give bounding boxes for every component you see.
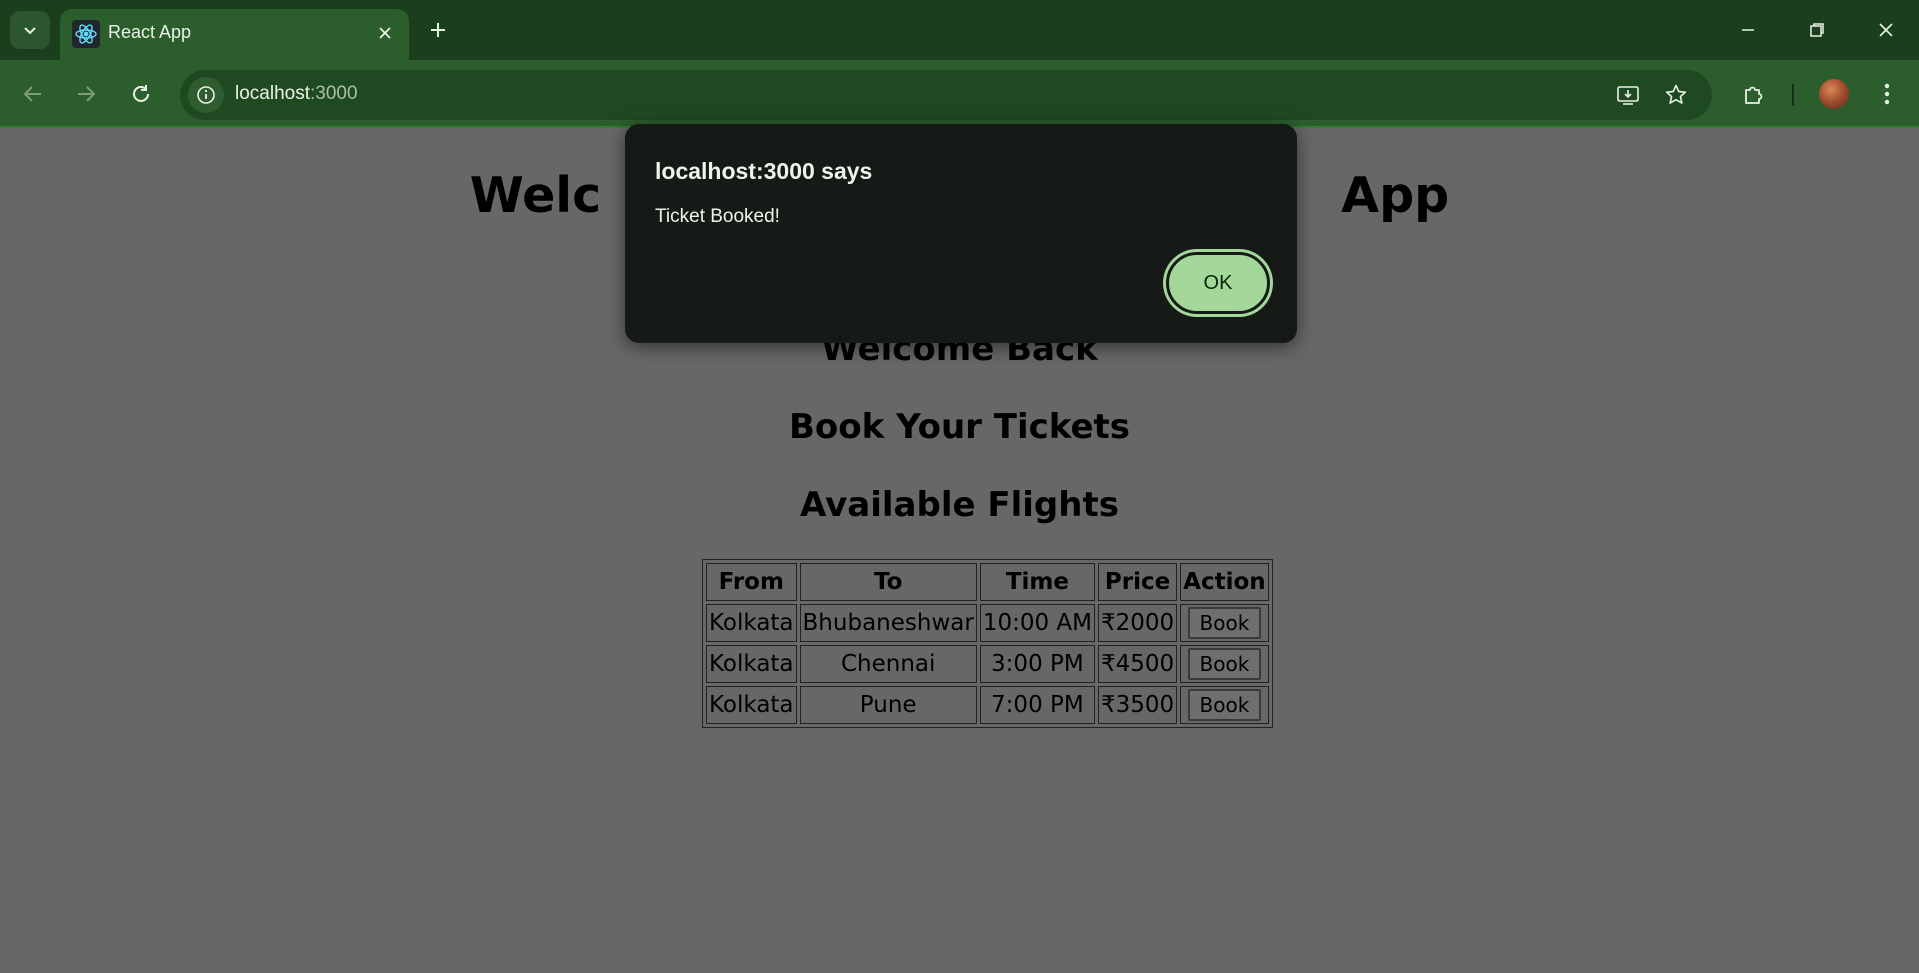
arrow-right-icon [78, 86, 96, 102]
page-title-right: App [1341, 167, 1450, 224]
cell-from: Kolkata [706, 604, 797, 642]
table-row: Kolkata Pune 7:00 PM ₹3500 Book [706, 686, 1269, 724]
dialog-message: Ticket Booked! [655, 206, 780, 227]
plus-icon [431, 23, 445, 37]
alert-dialog: localhost:3000 says Ticket Booked! OK [625, 124, 1297, 343]
cell-time: 3:00 PM [979, 645, 1095, 683]
address-bar[interactable]: localhost:3000 [180, 70, 1712, 120]
install-app-icon [1617, 86, 1639, 105]
arrow-left-icon [23, 86, 41, 102]
profile-avatar[interactable] [1819, 79, 1849, 109]
cell-action: Book [1180, 604, 1269, 642]
site-info-button[interactable] [188, 77, 224, 113]
book-button[interactable]: Book [1187, 607, 1262, 639]
chevron-down-icon [24, 27, 36, 35]
cell-action: Book [1180, 686, 1269, 724]
restore-button[interactable] [1795, 10, 1839, 50]
column-header-time: Time [979, 563, 1095, 601]
close-window-button[interactable] [1864, 10, 1908, 50]
minimize-icon [1742, 29, 1754, 31]
cell-time: 7:00 PM [979, 686, 1095, 724]
url-text[interactable]: localhost:3000 [235, 83, 358, 105]
url-port: :3000 [310, 83, 358, 104]
book-button[interactable]: Book [1187, 689, 1262, 721]
cell-to: Pune [799, 686, 977, 724]
cell-time: 10:00 AM [979, 604, 1095, 642]
browser-toolbar: localhost:3000 [0, 60, 1919, 128]
info-icon [197, 86, 215, 104]
browser-menu-button[interactable] [1867, 74, 1907, 114]
cell-price: ₹4500 [1097, 645, 1178, 683]
back-button[interactable] [13, 74, 53, 114]
column-header-price: Price [1097, 563, 1178, 601]
cell-to: Bhubaneshwar [799, 604, 977, 642]
ok-button[interactable]: OK [1166, 252, 1270, 314]
url-host: localhost [235, 83, 310, 104]
close-icon [1879, 23, 1893, 37]
flights-table: From To Time Price Action Kolkata Bhuban… [702, 559, 1273, 728]
puzzle-icon [1745, 86, 1763, 104]
restore-icon [1810, 23, 1824, 37]
install-app-button[interactable] [1610, 77, 1646, 113]
active-tab[interactable]: React App [60, 9, 409, 60]
flights-heading: Available Flights [800, 485, 1119, 525]
react-logo-icon [72, 20, 100, 48]
book-heading: Book Your Tickets [789, 407, 1130, 447]
column-header-action: Action [1180, 563, 1269, 601]
reload-button[interactable] [121, 74, 161, 114]
dialog-title: localhost:3000 says [655, 158, 873, 184]
column-header-from: From [706, 563, 797, 601]
cell-from: Kolkata [706, 645, 797, 683]
table-row: Kolkata Chennai 3:00 PM ₹4500 Book [706, 645, 1269, 683]
star-icon [1665, 84, 1687, 104]
minimize-button[interactable] [1726, 10, 1770, 50]
tab-search-button[interactable] [10, 11, 50, 49]
reload-icon [133, 85, 149, 102]
cell-price: ₹3500 [1097, 686, 1178, 724]
new-tab-button[interactable] [420, 12, 456, 48]
forward-button[interactable] [66, 74, 106, 114]
page-title-left: Welc [469, 167, 602, 224]
table-row: Kolkata Bhubaneshwar 10:00 AM ₹2000 Book [706, 604, 1269, 642]
tab-close-button[interactable] [371, 19, 399, 47]
cell-price: ₹2000 [1097, 604, 1178, 642]
extensions-button[interactable] [1734, 74, 1774, 114]
cell-from: Kolkata [706, 686, 797, 724]
kebab-menu-icon [1884, 83, 1890, 105]
tab-title: React App [108, 22, 192, 42]
tab-bar: React App [0, 0, 1919, 60]
toolbar-divider [1792, 84, 1794, 106]
cell-to: Chennai [799, 645, 977, 683]
close-icon [379, 27, 391, 39]
table-header-row: From To Time Price Action [706, 563, 1269, 601]
book-button[interactable]: Book [1187, 648, 1262, 680]
cell-action: Book [1180, 645, 1269, 683]
column-header-to: To [799, 563, 977, 601]
bookmark-button[interactable] [1658, 77, 1694, 113]
